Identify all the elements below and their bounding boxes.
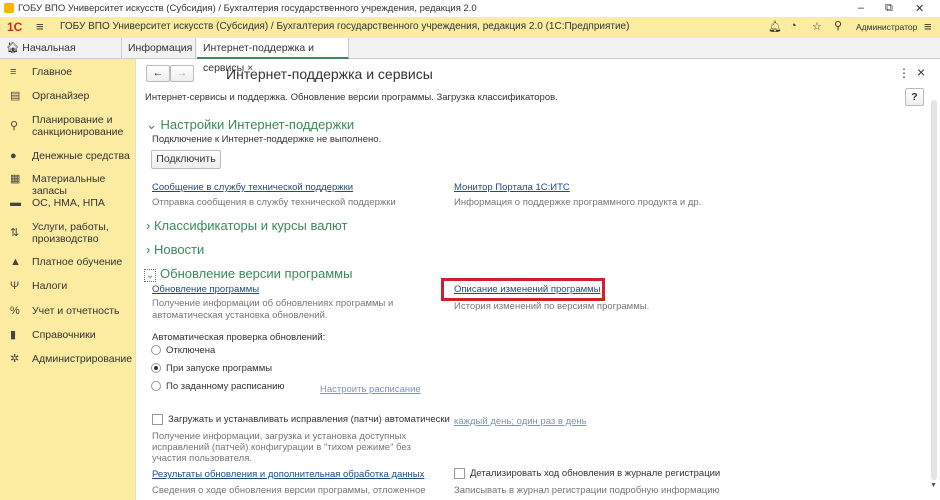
page-title: Интернет-поддержка и сервисы: [226, 66, 433, 82]
tech-support-link[interactable]: Сообщение в службу технической поддержки: [152, 182, 353, 193]
tab-label: Информация: [128, 42, 193, 54]
section-news[interactable]: › Новости: [146, 242, 204, 257]
minimize-button[interactable]: –: [858, 2, 864, 14]
tech-support-desc: Отправка сообщения в службу технической …: [152, 197, 396, 208]
planning-icon: ⚲: [10, 120, 19, 132]
help-button[interactable]: ?: [905, 88, 924, 106]
update-desc-1: Получение информации об обновлениях прог…: [152, 298, 394, 309]
gear-icon: ✲: [10, 353, 20, 365]
window-titlebar: ГОБУ ВПО Университет искусств (Субсидия)…: [0, 0, 940, 17]
patches-desc-1: Получение информации, загрузка и установ…: [152, 431, 407, 442]
section-heading: Обновление версии программы: [160, 266, 353, 281]
settings-menu-icon[interactable]: ≡: [924, 19, 932, 34]
reporting-icon: %: [10, 305, 20, 317]
header-title: ГОБУ ВПО Университет искусств (Субсидия)…: [60, 21, 630, 32]
section-heading: Новости: [153, 242, 205, 257]
radio-label: По заданному расписанию: [166, 381, 285, 392]
changes-desc: История изменений по версиям программы.: [454, 301, 650, 312]
auto-check-label: Автоматическая проверка обновлений:: [152, 332, 326, 343]
page-description: Интернет-сервисы и поддержка. Обновление…: [145, 92, 558, 103]
section-update[interactable]: ⌄ Обновление версии программы: [144, 266, 353, 282]
its-monitor-link[interactable]: Монитор Портала 1С:ИТС: [454, 182, 570, 193]
app-header: 1С ≡ ГОБУ ВПО Университет искусств (Субс…: [0, 17, 940, 38]
radio-on-startup[interactable]: При запуске программы: [151, 363, 272, 374]
forward-button[interactable]: →: [170, 65, 194, 82]
checkbox-label: Загружать и устанавливать исправления (п…: [168, 414, 450, 426]
tab-information[interactable]: Информация ×: [122, 38, 196, 74]
tab-home[interactable]: 🏠︎ Начальная страница: [0, 38, 122, 74]
1c-logo: 1С: [7, 20, 23, 34]
radio-icon: [151, 381, 161, 392]
ruble-icon: ●: [10, 150, 17, 162]
update-program-link[interactable]: Обновление программы: [152, 284, 259, 295]
update-results-link[interactable]: Результаты обновления и дополнительная о…: [152, 469, 424, 480]
update-results-desc: Сведения о ходе обновления версии програ…: [152, 485, 426, 496]
truck-icon: ▬: [10, 197, 21, 209]
sidebar: ≡ Главное ▤ Органайзер ⚲ Планирование и сан…: [0, 59, 136, 500]
clipboard-icon: ▤: [10, 90, 21, 102]
chevron-right-icon: ›: [146, 218, 154, 233]
patches-desc-3: участия пользователя.: [152, 453, 252, 464]
close-window-button[interactable]: ✕: [915, 2, 924, 15]
radio-label: При запуске программы: [166, 363, 273, 374]
more-icon[interactable]: ⋮: [898, 66, 910, 80]
configure-schedule-link[interactable]: Настроить расписание: [320, 384, 421, 395]
scrollbar[interactable]: [931, 100, 937, 480]
section-support[interactable]: ⌄ Настройки Интернет-поддержки: [146, 117, 354, 133]
radio-disabled[interactable]: Отключена: [151, 345, 215, 356]
user-name[interactable]: Администратор: [856, 22, 917, 32]
tab-bar: 🏠︎ Начальная страница Информация × Интер…: [0, 38, 940, 74]
radio-label: Отключена: [166, 345, 216, 356]
detail-log-desc: Записывать в журнал регистрации подробну…: [454, 485, 720, 496]
patches-desc-2: исправлений (патчей) конфигурации в "тих…: [152, 442, 411, 453]
checkbox-icon: [454, 468, 465, 479]
detail-log-checkbox[interactable]: Детализировать ход обновления в журнале …: [454, 468, 720, 479]
patches-checkbox[interactable]: Загружать и устанавливать исправления (п…: [152, 414, 450, 425]
restore-button[interactable]: ⧉: [885, 2, 893, 15]
tools-icon: ⇅: [10, 227, 20, 239]
app-icon: [4, 3, 14, 13]
radio-icon: [151, 363, 161, 374]
radio-icon: [151, 345, 161, 356]
emblem-icon: Ψ: [10, 280, 20, 292]
close-icon[interactable]: ×: [917, 64, 925, 80]
update-desc-2: автоматическая установка обновлений.: [152, 310, 328, 321]
chevron-right-icon: ›: [146, 242, 154, 257]
chevron-down-icon: ⌄: [146, 117, 161, 132]
patches-schedule-link[interactable]: каждый день; один раз в день: [454, 416, 587, 427]
its-monitor-desc: Информация о поддержке программного прод…: [454, 197, 702, 208]
checkbox-label: Детализировать ход обновления в журнале …: [470, 468, 721, 480]
bell-icon[interactable]: 🔔︎: [768, 20, 782, 33]
changes-description-link[interactable]: Описание изменений программы: [454, 284, 601, 295]
support-status: Подключение к Интернет-поддержке не выпо…: [152, 134, 382, 145]
search-icon[interactable]: ⚲: [834, 19, 842, 32]
list-icon: ≡: [10, 66, 17, 78]
graduation-cap-icon: ▲: [10, 256, 21, 268]
tab-internet-support[interactable]: Интернет-поддержка и сервисы ×: [197, 38, 349, 74]
section-classifiers[interactable]: › Классификаторы и курсы валют: [146, 218, 347, 233]
grid-icon: ▦: [10, 173, 21, 185]
section-heading: Настройки Интернет-поддержки: [160, 117, 355, 132]
star-icon[interactable]: ☆: [812, 20, 822, 33]
section-heading: Классификаторы и курсы валют: [153, 218, 348, 233]
radio-schedule[interactable]: По заданному расписанию: [151, 381, 285, 392]
connect-button[interactable]: Подключить: [151, 150, 221, 169]
scroll-down-icon[interactable]: ▼: [930, 482, 937, 489]
checkbox-icon: [152, 414, 163, 425]
book-icon: ▮: [10, 329, 17, 341]
back-button[interactable]: ←: [146, 65, 170, 82]
window-title: ГОБУ ВПО Университет искусств (Субсидия)…: [18, 3, 477, 14]
menu-icon[interactable]: ≡: [36, 19, 44, 34]
home-icon: 🏠︎: [6, 42, 20, 54]
history-icon[interactable]: ◔: [790, 20, 797, 32]
chevron-down-icon: ⌄: [144, 269, 157, 282]
